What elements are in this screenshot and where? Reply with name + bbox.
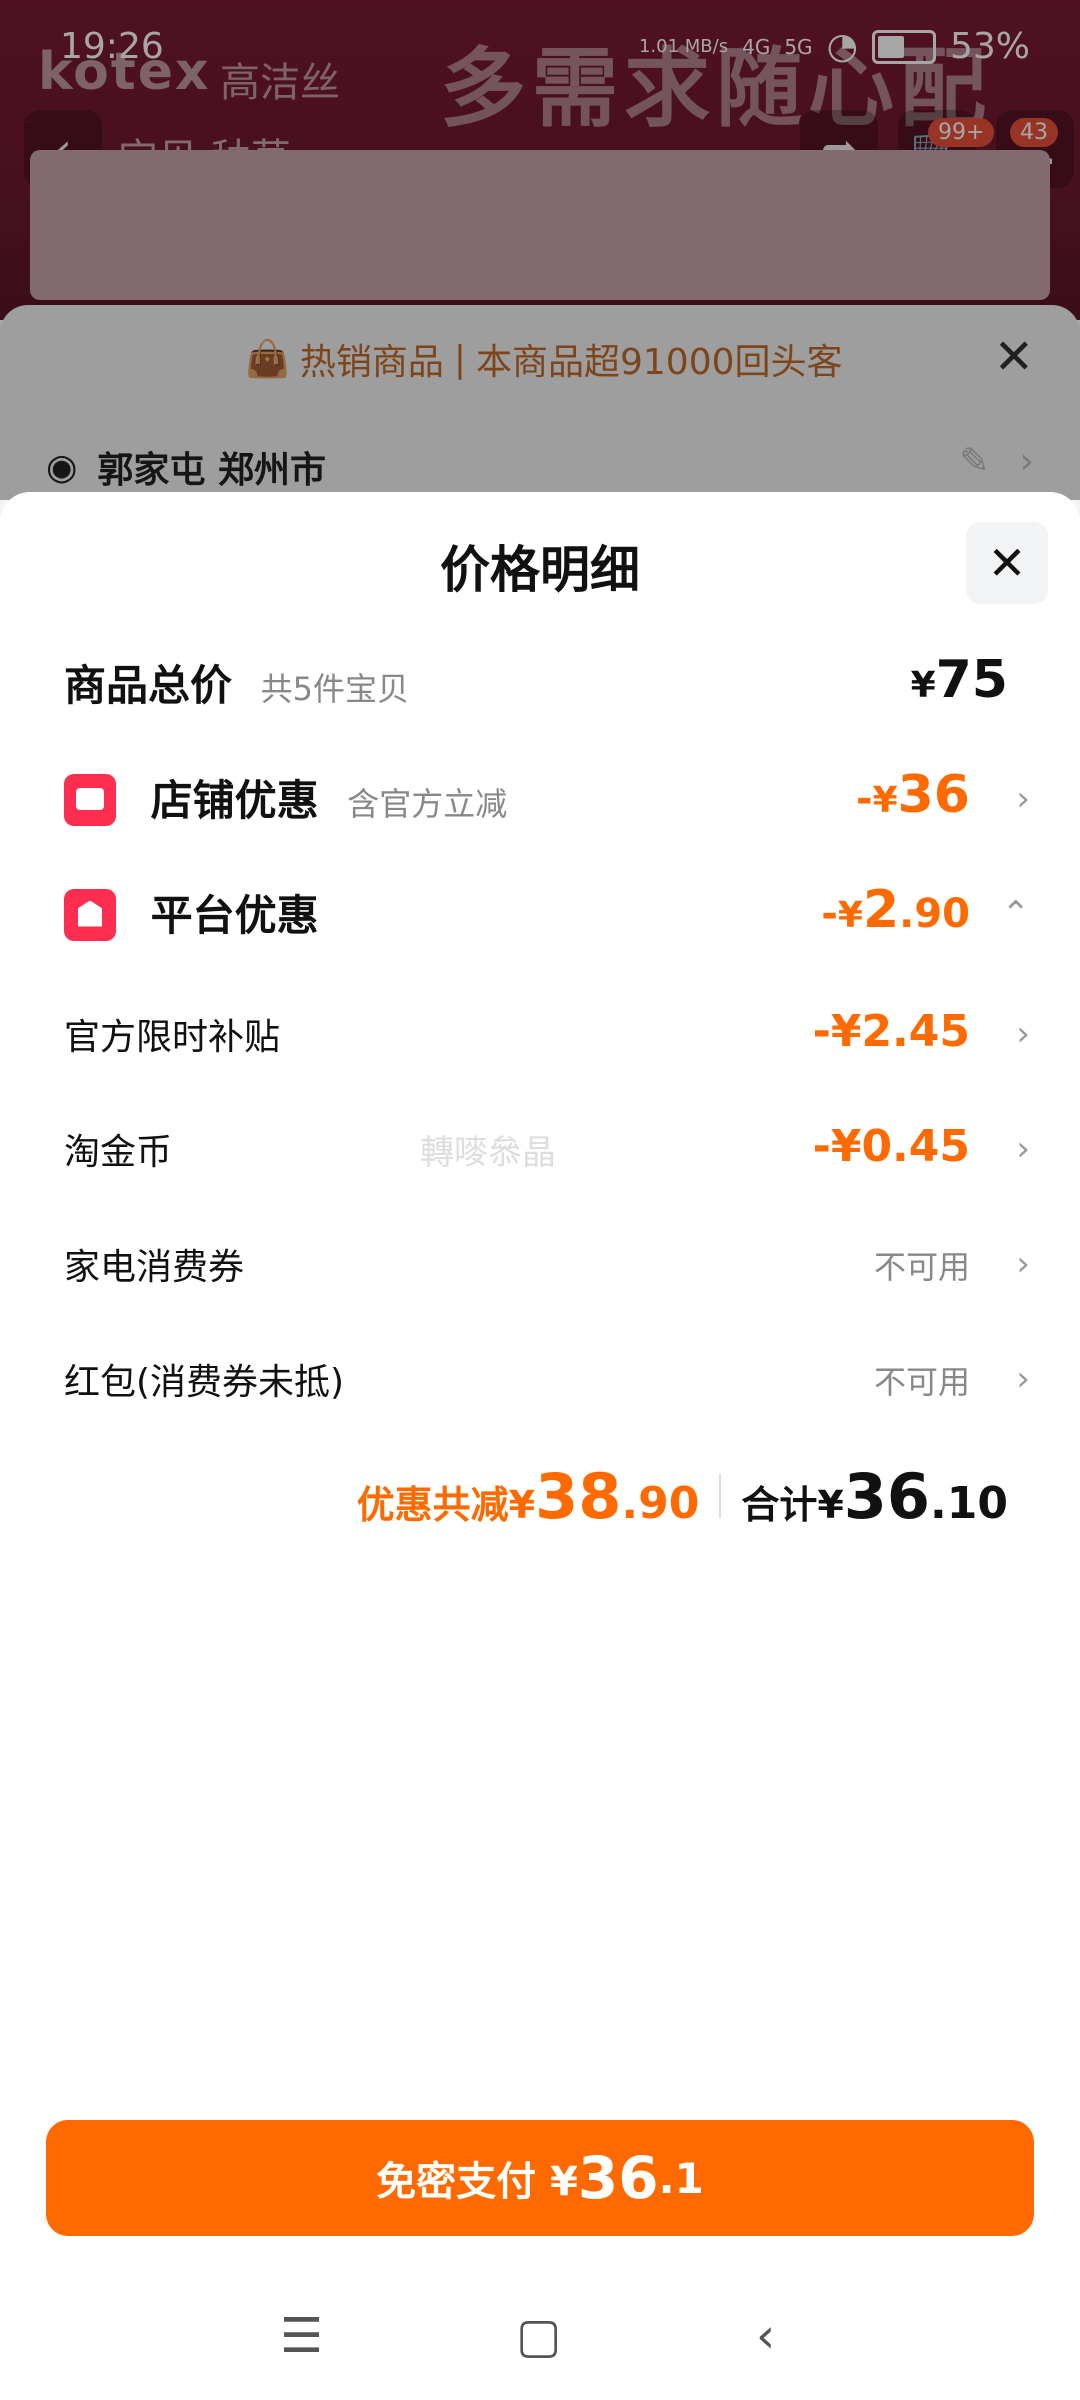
shop-discount-sub: 含官方立减 [347, 785, 508, 823]
shop-amount: 36 [897, 765, 970, 825]
coin-label: 淘金币 [64, 1132, 173, 1173]
tag-icon [64, 888, 116, 941]
red-packet-status: 不可用 [873, 1363, 970, 1401]
price-summary: 优惠共减¥38.90 合计¥36.10 [357, 1460, 1008, 1533]
appliance-coupon-label: 家电消费券 [64, 1247, 245, 1288]
subsidy-value: -¥2.45 [812, 1006, 970, 1057]
total-int: 36 [843, 1460, 931, 1533]
total-price-value: ¥75 [911, 650, 1008, 710]
shop-label-text: 店铺优惠 [150, 776, 319, 825]
system-navbar: ☰ ▢ ‹ [0, 2300, 1080, 2380]
total-price-label: 商品总价 共5件宝贝 [64, 652, 409, 713]
row-shop-discount[interactable]: 店铺优惠 含官方立减 -¥36 › [0, 757, 1080, 847]
shop-discount-label: 店铺优惠 含官方立减 [64, 767, 507, 830]
row-official-subsidy[interactable]: 官方限时补贴 -¥2.45 › [0, 992, 1080, 1082]
chevron-right-icon[interactable]: › [1016, 1014, 1030, 1054]
home-icon[interactable]: ▢ [516, 2308, 561, 2364]
total-prefix: 合计¥ [741, 1483, 844, 1527]
pay-dec: .1 [658, 2153, 704, 2203]
menu-icon[interactable]: ☰ [280, 2308, 323, 2364]
shop-discount-value: -¥36 [856, 765, 970, 825]
discount-prefix: 优惠共减¥ [356, 1483, 536, 1527]
row-platform-discount[interactable]: 平台优惠 -¥2.90 ⌃ [0, 872, 1080, 962]
yen-sign: ¥ [837, 895, 863, 936]
total-discount: 优惠共减¥38.90 [357, 1460, 700, 1533]
coin-value: -¥0.45 [812, 1121, 970, 1172]
pay-int: 36 [577, 2144, 659, 2212]
shop-icon [64, 773, 116, 826]
row-total-price: 商品总价 共5件宝贝 ¥75 [0, 642, 1080, 732]
subsidy-label: 官方限时补贴 [64, 1017, 281, 1058]
chevron-right-icon[interactable]: › [1016, 779, 1030, 819]
row-appliance-coupon[interactable]: 家电消费券 不可用 › [0, 1222, 1080, 1312]
row-red-packet[interactable]: 红包(消费券未抵) 不可用 › [0, 1337, 1080, 1427]
grand-total: 合计¥36.10 [741, 1460, 1008, 1533]
total-dec: .10 [930, 1478, 1008, 1529]
item-count: 共5件宝贝 [260, 670, 410, 708]
red-packet-label: 红包(消费券未抵) [64, 1362, 345, 1403]
discount-dec: .90 [621, 1478, 700, 1529]
pay-button[interactable]: 免密支付 ¥36.1 [46, 2120, 1034, 2236]
summary-divider [719, 1474, 722, 1518]
yen-sign: ¥ [910, 665, 936, 706]
platform-discount-value: -¥2.90 [821, 880, 970, 940]
back-icon[interactable]: ‹ [756, 2308, 775, 2364]
minus-sign: - [821, 891, 838, 937]
platform-amount-dec: .90 [899, 891, 970, 937]
price-detail-panel: 价格明细 ✕ 商品总价 共5件宝贝 ¥75 店铺优惠 含官方立减 -¥36 › … [0, 492, 1080, 2400]
total-label-text: 商品总价 [64, 661, 233, 710]
chevron-up-icon[interactable]: ⌃ [1002, 894, 1031, 934]
pay-prefix: 免密支付 ¥ [376, 2159, 578, 2205]
total-amount: 75 [935, 650, 1008, 710]
chevron-right-icon[interactable]: › [1016, 1129, 1030, 1169]
platform-amount-int: 2 [862, 880, 900, 940]
close-button[interactable]: ✕ [966, 522, 1048, 604]
discount-int: 38 [535, 1460, 622, 1533]
platform-label-text: 平台优惠 [150, 891, 319, 940]
chevron-right-icon[interactable]: › [1016, 1359, 1030, 1399]
yen-sign: ¥ [872, 780, 898, 821]
platform-discount-label: 平台优惠 [64, 882, 319, 945]
panel-title: 价格明细 [440, 541, 640, 599]
watermark: 轉嘜叅晶 [420, 1133, 556, 1173]
appliance-coupon-status: 不可用 [873, 1248, 970, 1286]
chevron-right-icon[interactable]: › [1016, 1244, 1030, 1284]
minus-sign: - [855, 776, 873, 822]
overlay-dim [0, 0, 1080, 500]
